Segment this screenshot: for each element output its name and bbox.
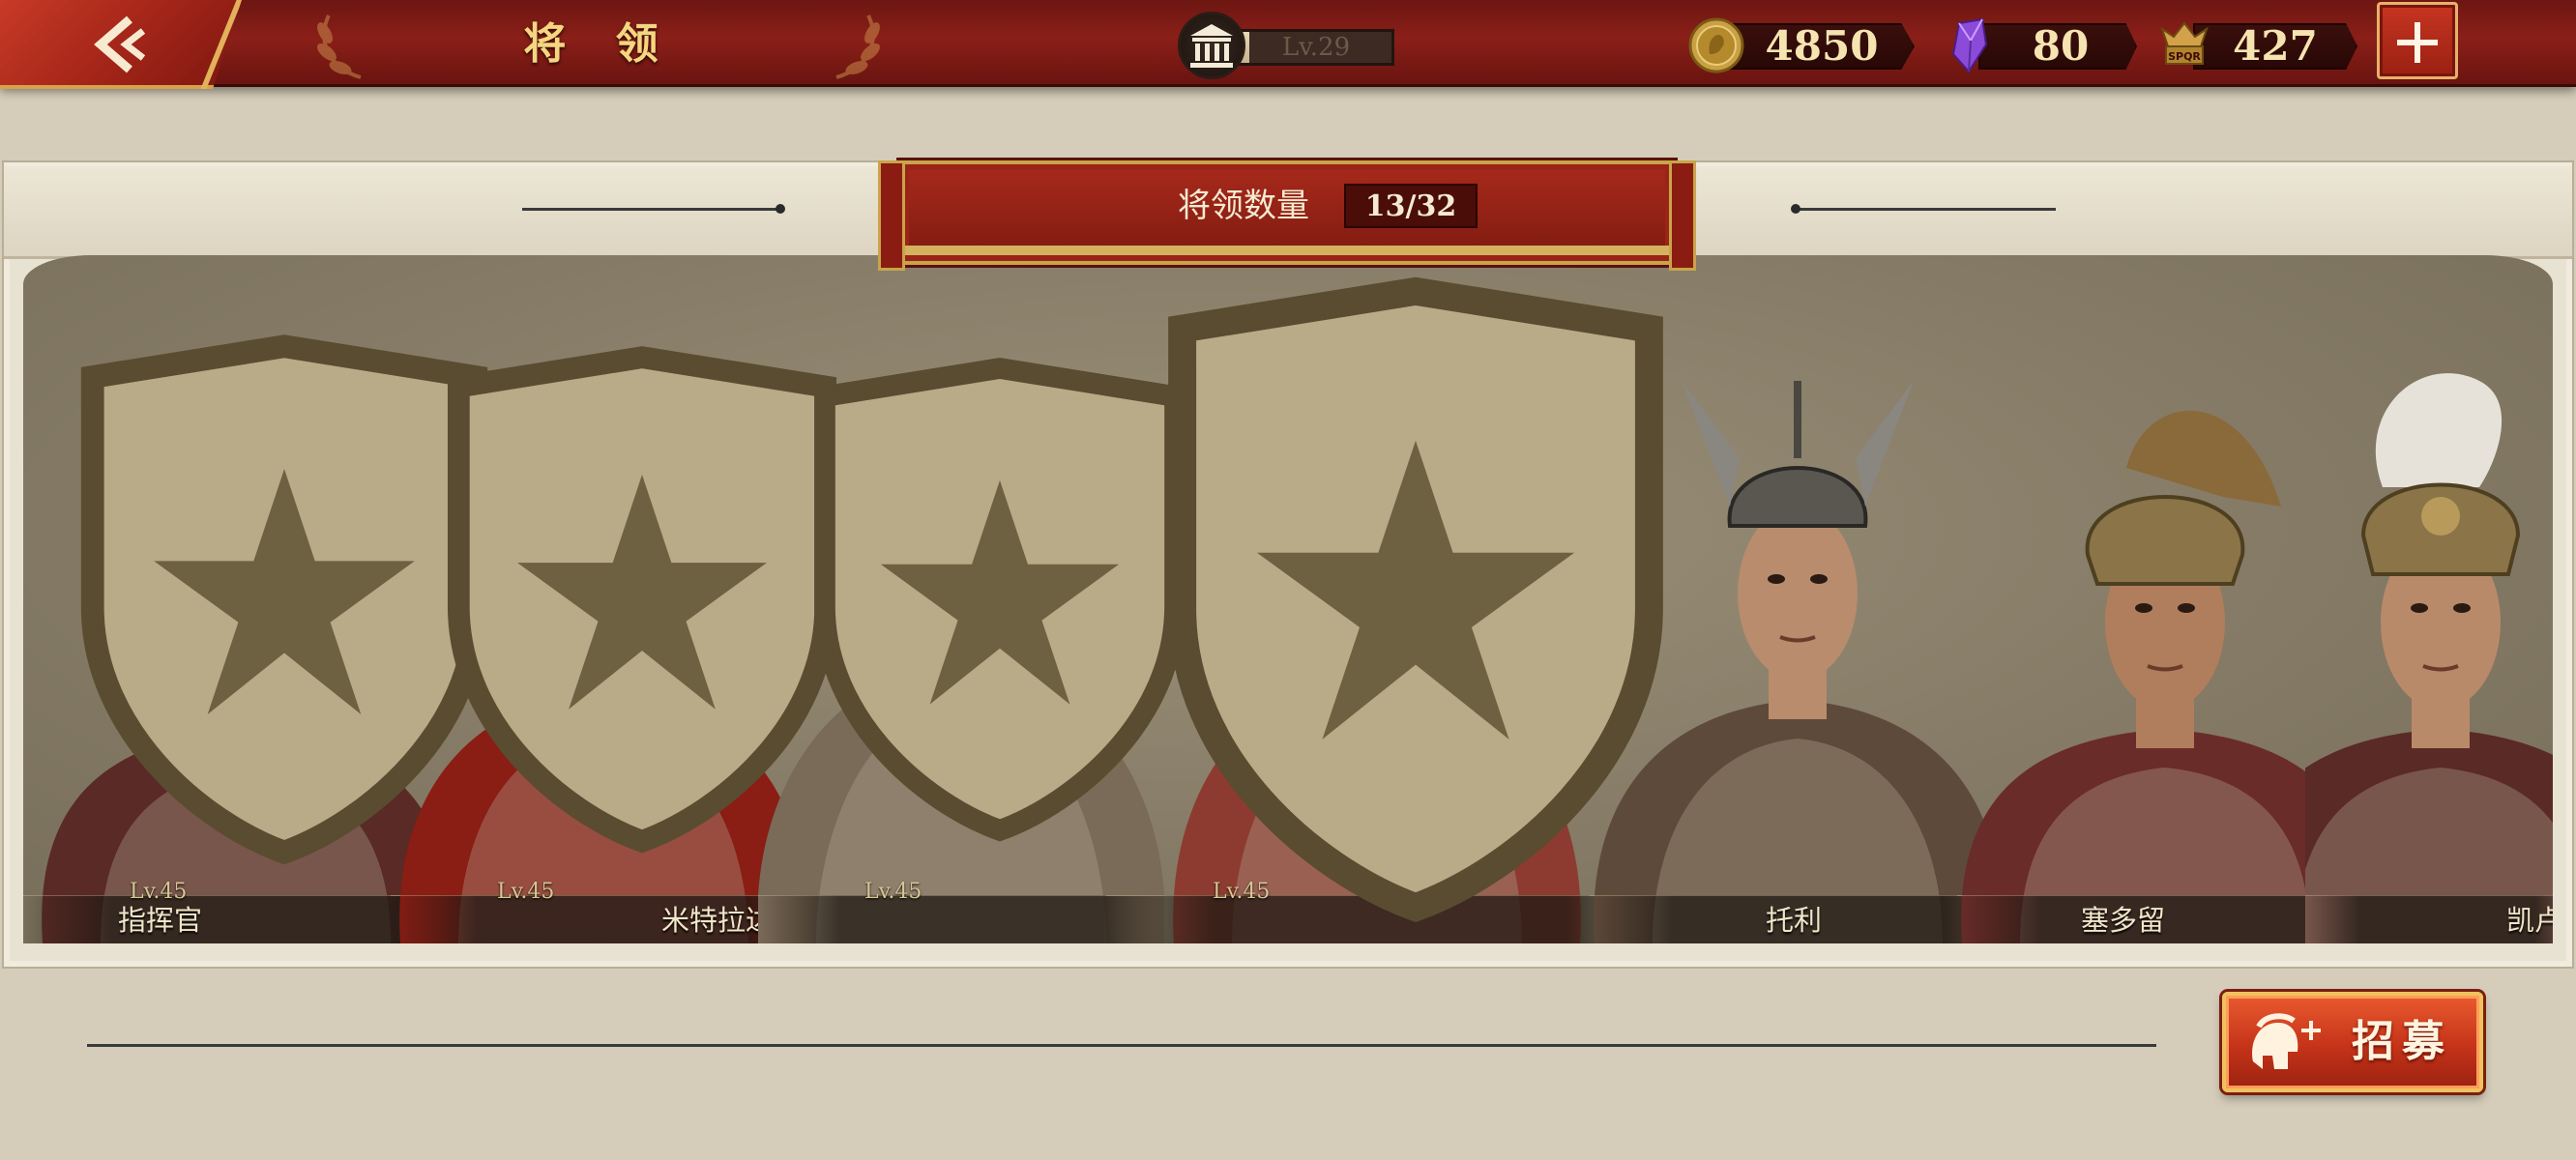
spqr-value: 427: [2233, 22, 2318, 70]
hero-name: 指挥官: [118, 904, 203, 937]
laurel-left-icon: [317, 14, 362, 79]
level-progress-bar: Lv.29: [1238, 29, 1394, 66]
ornament-dot-left: [776, 204, 785, 214]
temple-icon: [1178, 12, 1245, 79]
hero-card[interactable]: Lv.45霍将军: [1106, 255, 1867, 943]
bottom-divider: [87, 1044, 2156, 1047]
hero-card[interactable]: 凯卢斯: [2305, 255, 2553, 943]
ornament-line-left: [522, 208, 783, 211]
laurel-right-icon: [835, 14, 880, 79]
ornament-line-right: [1795, 208, 2056, 211]
player-level[interactable]: Lv.29: [1178, 8, 1398, 81]
hero-level: Lv.45: [864, 880, 922, 904]
gem-resource[interactable]: 80: [1940, 14, 2143, 75]
spartan-helmet-plus-icon: [2252, 1013, 2321, 1069]
gem-value: 80: [2032, 22, 2090, 70]
svg-text:SPQR: SPQR: [2168, 50, 2201, 63]
spqr-eagle-icon: SPQR: [2160, 21, 2209, 65]
hero-card[interactable]: 托利: [1590, 255, 2005, 943]
top-bar: 将 领 Lv.29 4850 80 427 SPQR: [0, 0, 2576, 89]
page-title: 将 领: [523, 19, 676, 69]
hero-card[interactable]: Lv.45屋大维: [758, 255, 1287, 943]
gold-resource[interactable]: 4850: [1686, 14, 1918, 75]
level-text: Lv.29: [1281, 33, 1351, 62]
hero-name: 凯卢斯: [2506, 904, 2553, 943]
add-resource-button[interactable]: [2377, 2, 2458, 79]
recruit-label: 招募: [2352, 1017, 2452, 1066]
gold-value: 4850: [1765, 22, 1879, 70]
back-button[interactable]: [0, 0, 242, 89]
gold-coin-icon: [1688, 17, 1744, 73]
purple-gem-icon: [1951, 17, 1988, 73]
recruit-button[interactable]: 招募: [2222, 992, 2483, 1092]
back-arrow-icon: [94, 15, 146, 73]
hero-count-label: 将领数量: [1178, 187, 1309, 225]
spqr-resource[interactable]: 427 SPQR: [2154, 14, 2361, 75]
hero-portrait: [2305, 373, 2553, 943]
hero-name: 托利: [1766, 904, 1823, 937]
hero-card[interactable]: Lv.45 米特拉达梯: [391, 255, 837, 943]
ornament-dot-right: [1791, 204, 1800, 214]
hero-stage: Lv.45 指挥官 Lv.45 米特拉达梯 Lv.45 Lv.45 托利 塞多留…: [23, 255, 2553, 943]
hero-portrait: [1594, 381, 2002, 943]
hero-level: Lv.45: [1213, 880, 1271, 904]
banner-trim: [905, 246, 1669, 255]
hero-name: 塞多留: [2081, 904, 2166, 937]
hero-count-value: 13/32: [1344, 184, 1478, 228]
hero-level: Lv.45: [497, 880, 555, 904]
